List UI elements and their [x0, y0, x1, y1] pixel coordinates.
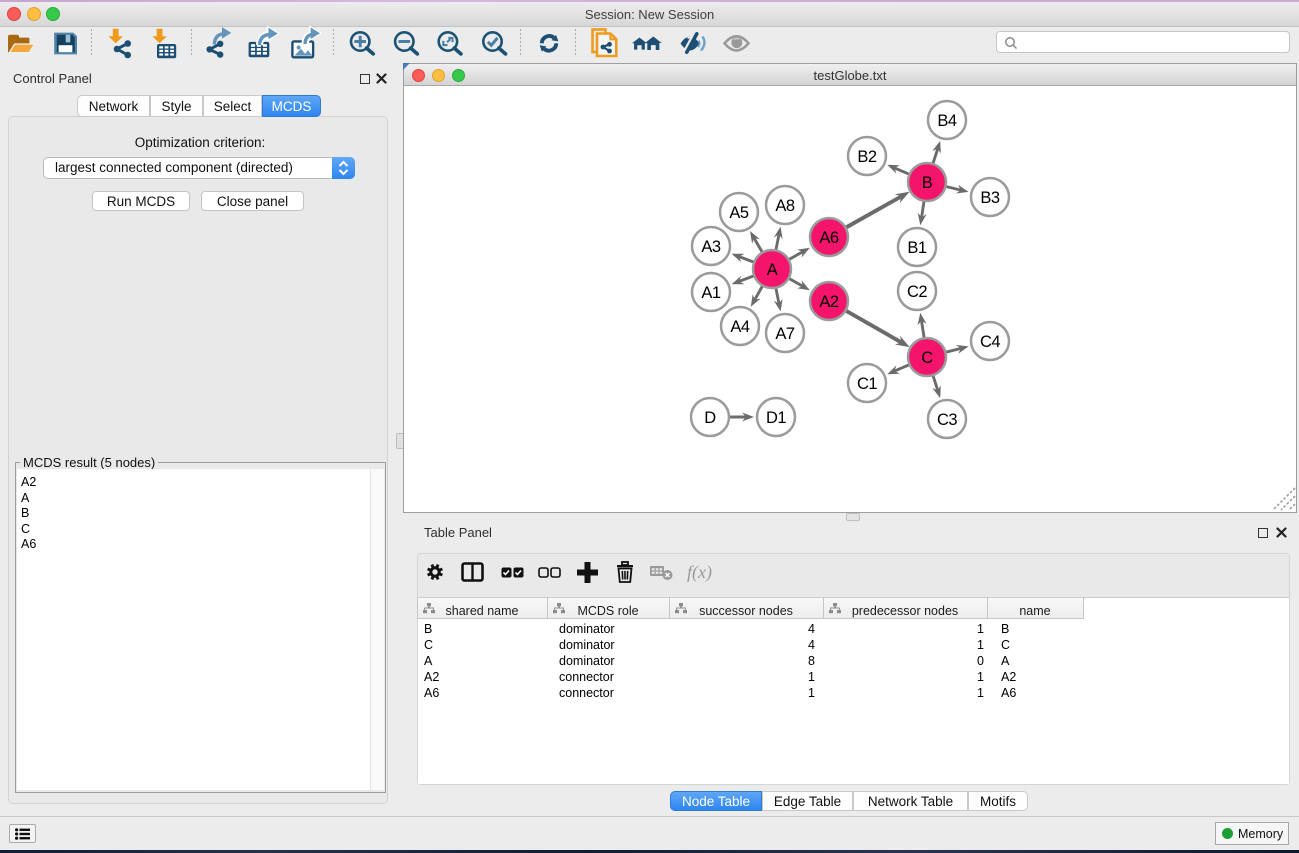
- svg-text:A4: A4: [730, 318, 750, 336]
- svg-text:A6: A6: [819, 229, 839, 247]
- svg-text:D1: D1: [766, 409, 786, 427]
- svg-text:B1: B1: [907, 239, 927, 257]
- svg-text:C1: C1: [857, 375, 877, 393]
- svg-text:A2: A2: [819, 293, 839, 311]
- svg-text:D: D: [704, 409, 716, 427]
- svg-text:B2: B2: [857, 148, 877, 166]
- svg-text:C3: C3: [937, 411, 957, 429]
- svg-text:C4: C4: [980, 333, 1000, 351]
- svg-text:A: A: [767, 261, 778, 279]
- svg-text:A1: A1: [701, 284, 721, 302]
- svg-text:C: C: [921, 349, 933, 367]
- svg-text:A8: A8: [775, 197, 795, 215]
- svg-text:A7: A7: [775, 325, 795, 343]
- svg-text:B3: B3: [980, 189, 1000, 207]
- svg-text:A5: A5: [729, 204, 749, 222]
- svg-text:B: B: [922, 174, 933, 192]
- svg-text:B4: B4: [937, 112, 957, 130]
- svg-text:A3: A3: [701, 238, 721, 256]
- svg-text:C2: C2: [907, 283, 927, 301]
